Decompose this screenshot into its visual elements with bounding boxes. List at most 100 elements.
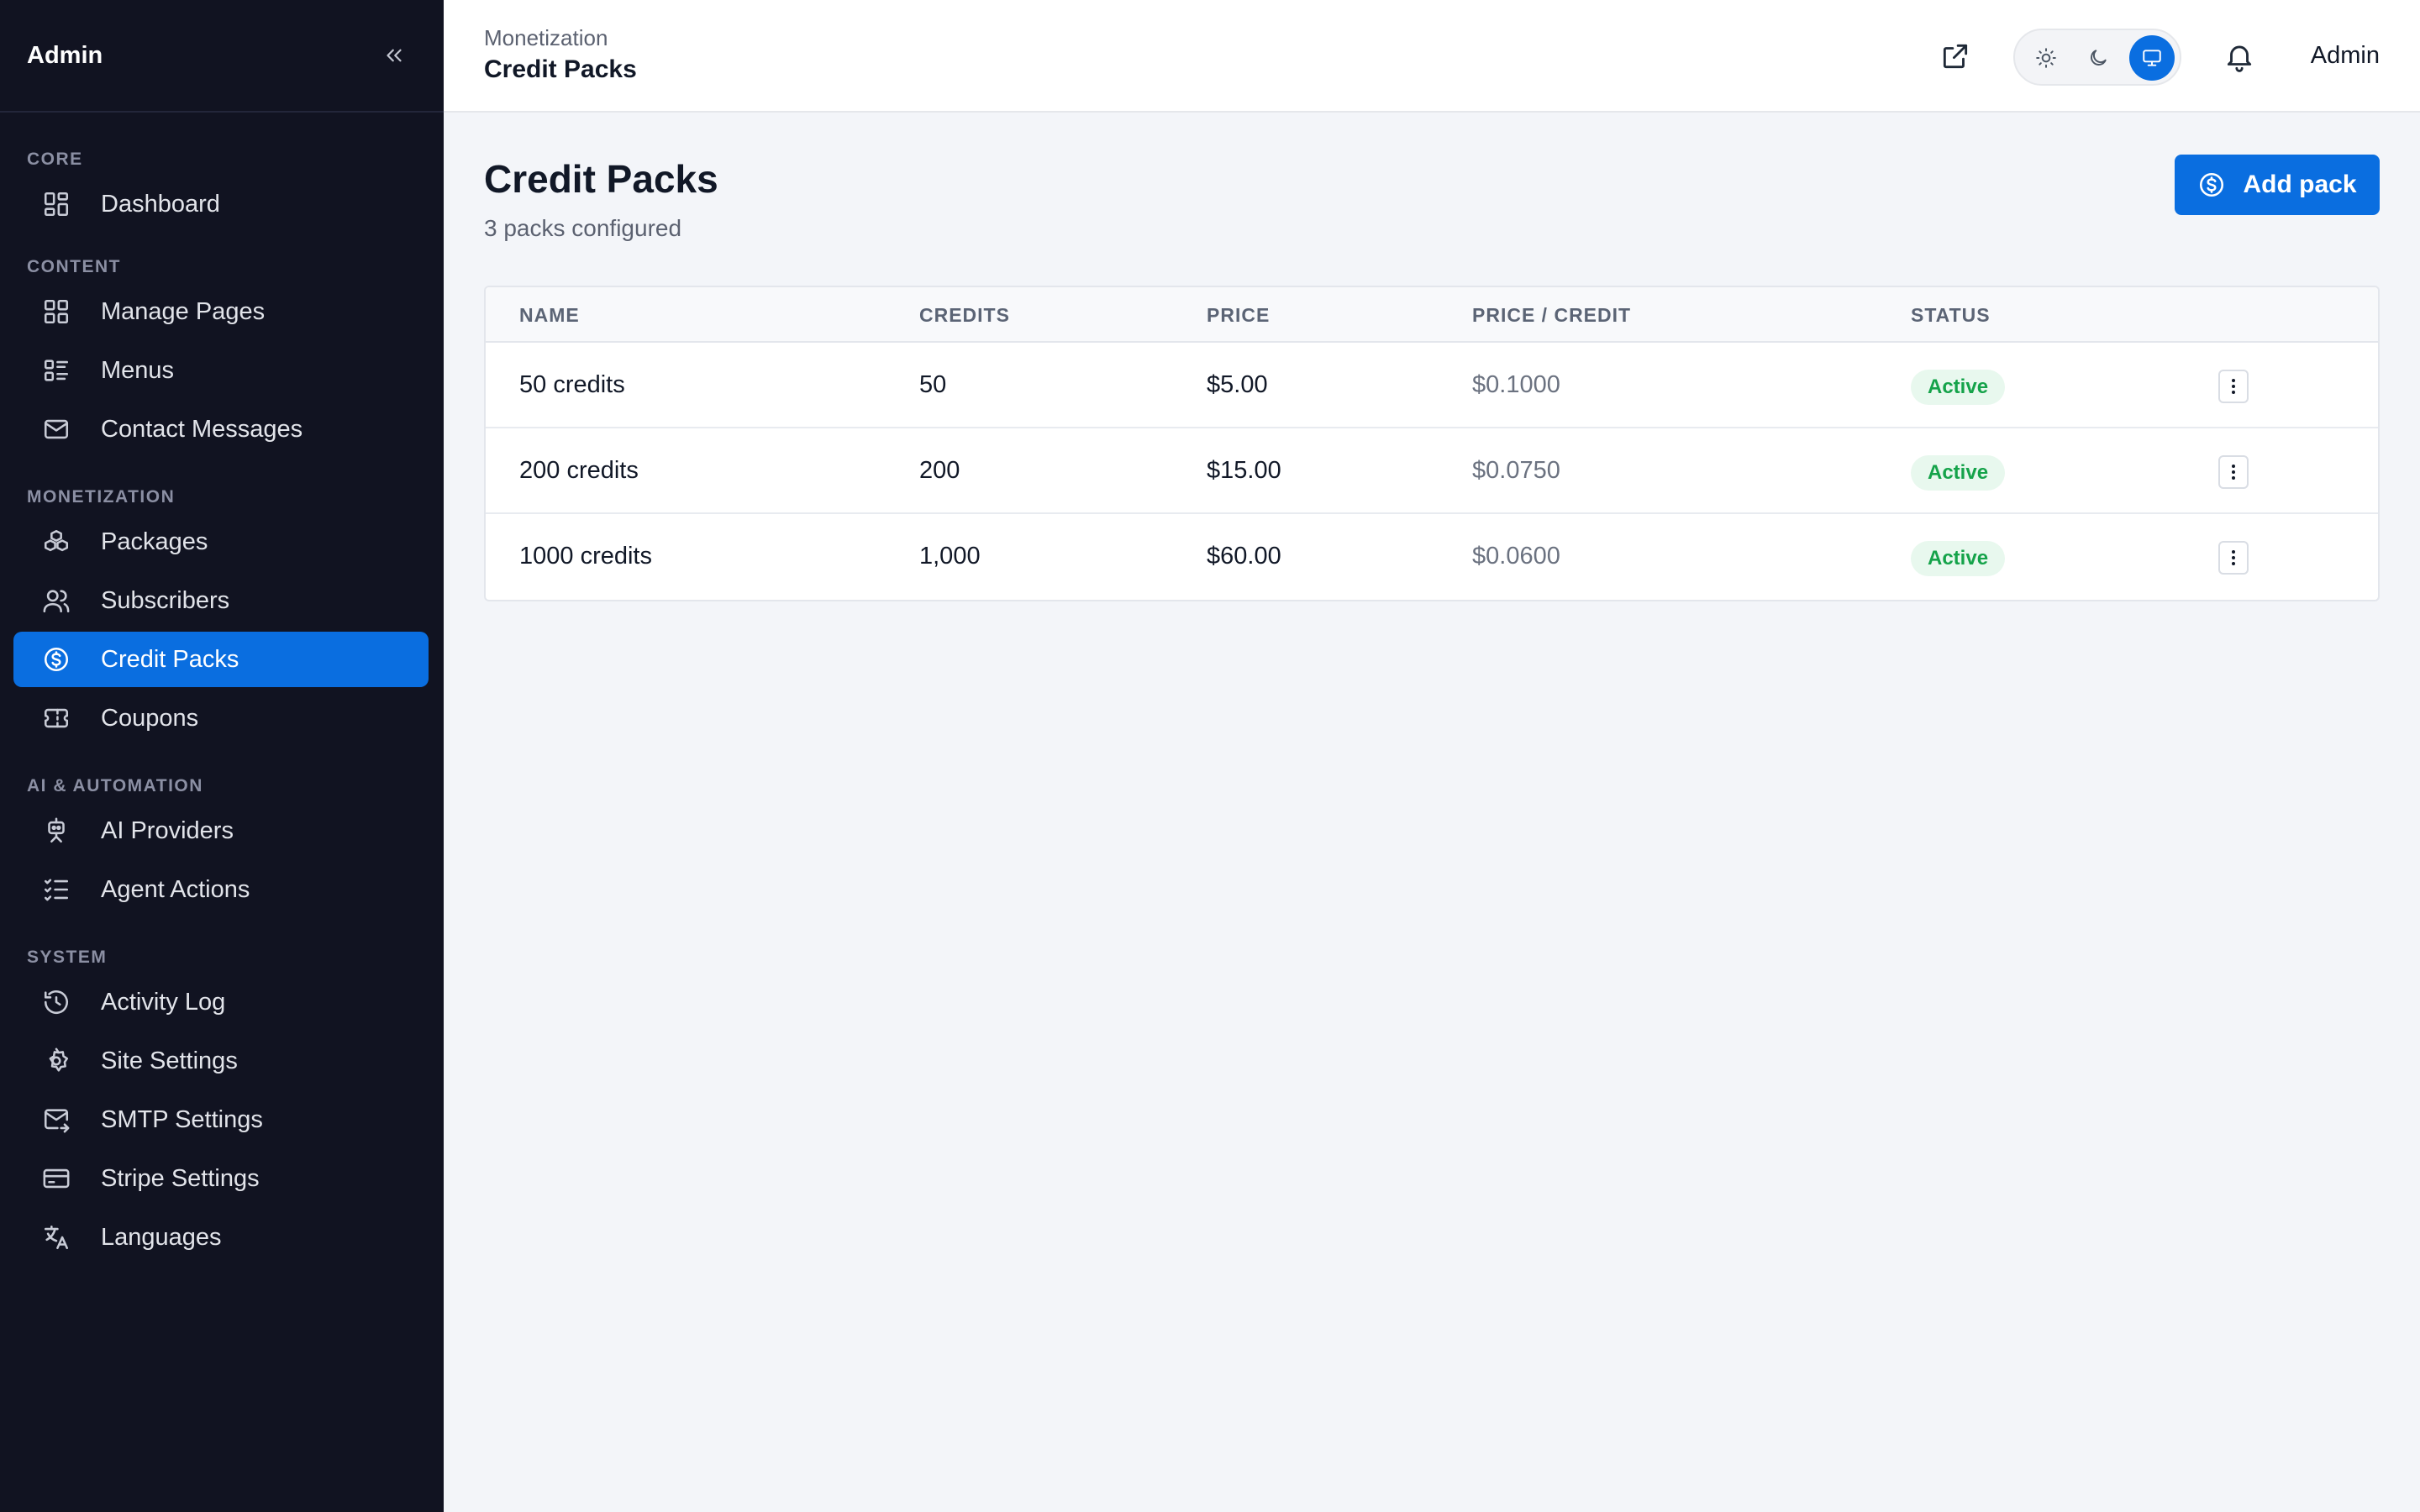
sidebar-item-label: Stripe Settings — [101, 1164, 260, 1192]
cell-price-per-credit: $0.0750 — [1472, 457, 1560, 484]
add-pack-button[interactable]: Add pack — [2175, 155, 2380, 215]
monitor-icon — [2143, 50, 2161, 66]
users-icon — [42, 586, 71, 615]
page-title: Credit Packs — [484, 157, 718, 201]
menu-list-icon — [42, 356, 71, 385]
sidebar-item-label: Agent Actions — [101, 875, 250, 903]
sidebar-item-stripe-settings[interactable]: Stripe Settings — [13, 1151, 429, 1206]
bell-icon[interactable] — [2223, 40, 2255, 72]
sidebar-item-label: Dashboard — [101, 190, 220, 218]
row-actions-button[interactable] — [2218, 541, 2249, 575]
theme-switch — [2013, 29, 2181, 86]
moon-icon — [2091, 50, 2107, 66]
sidebar-item-credit-packs[interactable]: Credit Packs — [13, 632, 429, 687]
robot-icon — [42, 816, 71, 845]
sidebar-item-label: Subscribers — [101, 586, 230, 614]
sidebar-section-core: CORE — [27, 150, 83, 169]
sidebar-item-activity-log[interactable]: Activity Log — [13, 974, 429, 1030]
more-vertical-icon — [2232, 550, 2235, 565]
sidebar-item-contact-messages[interactable]: Contact Messages — [13, 402, 429, 457]
row-actions-button[interactable] — [2218, 455, 2249, 489]
topbar-title: Credit Packs — [484, 55, 637, 83]
sidebar-item-manage-pages[interactable]: Manage Pages — [13, 284, 429, 339]
cell-price: $5.00 — [1207, 371, 1268, 398]
cell-credits: 50 — [919, 371, 947, 398]
sidebar-section-monetization: MONETIZATION — [27, 487, 176, 507]
topbar: Monetization Credit Packs Admin — [444, 0, 2420, 113]
cell-price: $15.00 — [1207, 457, 1281, 484]
dollar-circle-icon — [42, 645, 71, 674]
column-header-price: PRICE — [1207, 304, 1270, 326]
sidebar: Admin CORE Dashboard CONTENT Manage Page… — [0, 0, 444, 1512]
sidebar-item-menus[interactable]: Menus — [13, 343, 429, 398]
mail-send-icon — [42, 1105, 71, 1134]
cell-price: $60.00 — [1207, 543, 1281, 570]
cell-name: 200 credits — [519, 457, 639, 484]
sidebar-item-label: Coupons — [101, 704, 199, 732]
column-header-price-per-credit: PRICE / CREDIT — [1472, 304, 1632, 326]
ticket-icon — [42, 704, 71, 732]
theme-dark-button[interactable] — [2075, 35, 2121, 81]
breadcrumb[interactable]: Monetization — [484, 25, 608, 51]
dashboard-grid-icon — [42, 190, 71, 218]
cell-name: 1000 credits — [519, 543, 652, 570]
column-header-name: NAME — [519, 304, 580, 326]
more-vertical-icon — [2232, 465, 2235, 480]
sidebar-item-packages[interactable]: Packages — [13, 514, 429, 570]
pages-grid-icon — [42, 297, 71, 326]
sidebar-item-dashboard[interactable]: Dashboard — [13, 176, 429, 232]
sidebar-header: Admin — [0, 0, 444, 113]
sidebar-item-label: Credit Packs — [101, 645, 239, 673]
sidebar-item-label: Contact Messages — [101, 415, 303, 443]
user-menu[interactable]: Admin — [2311, 42, 2380, 70]
theme-light-button[interactable] — [2023, 35, 2069, 81]
sidebar-item-languages[interactable]: Languages — [13, 1210, 429, 1265]
table-header: NAME CREDITS PRICE PRICE / CREDIT STATUS — [486, 287, 2378, 343]
cell-price-per-credit: $0.0600 — [1472, 543, 1560, 570]
credit-packs-table: NAME CREDITS PRICE PRICE / CREDIT STATUS… — [484, 286, 2380, 601]
status-badge: Active — [1911, 370, 2006, 405]
sidebar-item-site-settings[interactable]: Site Settings — [13, 1033, 429, 1089]
collapse-sidebar-icon[interactable] — [381, 43, 407, 68]
sidebar-section-system: SYSTEM — [27, 948, 108, 967]
cell-credits: 200 — [919, 457, 960, 484]
row-actions-button[interactable] — [2218, 370, 2249, 403]
sidebar-item-label: Activity Log — [101, 988, 226, 1016]
sidebar-item-label: AI Providers — [101, 816, 234, 844]
more-vertical-icon — [2232, 379, 2235, 394]
sidebar-item-label: Packages — [101, 528, 208, 555]
checklist-icon — [42, 875, 71, 904]
sidebar-brand: Admin — [27, 41, 103, 69]
sidebar-item-ai-providers[interactable]: AI Providers — [13, 803, 429, 858]
sidebar-section-ai-automation: AI & AUTOMATION — [27, 776, 203, 795]
column-header-credits: CREDITS — [919, 304, 1010, 326]
cell-price-per-credit: $0.1000 — [1472, 371, 1560, 398]
sidebar-section-content: CONTENT — [27, 257, 121, 276]
sidebar-item-label: SMTP Settings — [101, 1105, 263, 1133]
sidebar-item-label: Languages — [101, 1223, 222, 1251]
add-pack-label: Add pack — [2243, 171, 2357, 198]
sidebar-item-agent-actions[interactable]: Agent Actions — [13, 862, 429, 917]
dollar-circle-icon — [2197, 171, 2226, 199]
sun-icon — [2036, 48, 2056, 68]
sidebar-item-subscribers[interactable]: Subscribers — [13, 573, 429, 628]
table-row: 200 credits 200 $15.00 $0.0750 Active — [486, 428, 2378, 514]
table-row: 50 credits 50 $5.00 $0.1000 Active — [486, 343, 2378, 428]
cell-credits: 1,000 — [919, 543, 981, 570]
boxes-icon — [42, 528, 71, 556]
status-badge: Active — [1911, 455, 2006, 491]
status-badge: Active — [1911, 541, 2006, 576]
sidebar-item-label: Manage Pages — [101, 297, 266, 325]
sidebar-item-coupons[interactable]: Coupons — [13, 690, 429, 746]
cell-name: 50 credits — [519, 371, 625, 398]
page-subtitle: 3 packs configured — [484, 215, 682, 241]
history-icon — [42, 988, 71, 1016]
external-link-icon[interactable] — [1939, 40, 1971, 72]
sidebar-item-label: Menus — [101, 356, 175, 384]
mail-icon — [42, 415, 71, 444]
credit-card-icon — [42, 1164, 71, 1193]
translate-icon — [42, 1223, 71, 1252]
column-header-status: STATUS — [1911, 304, 1991, 326]
sidebar-item-smtp-settings[interactable]: SMTP Settings — [13, 1092, 429, 1147]
theme-system-button[interactable] — [2129, 35, 2175, 81]
